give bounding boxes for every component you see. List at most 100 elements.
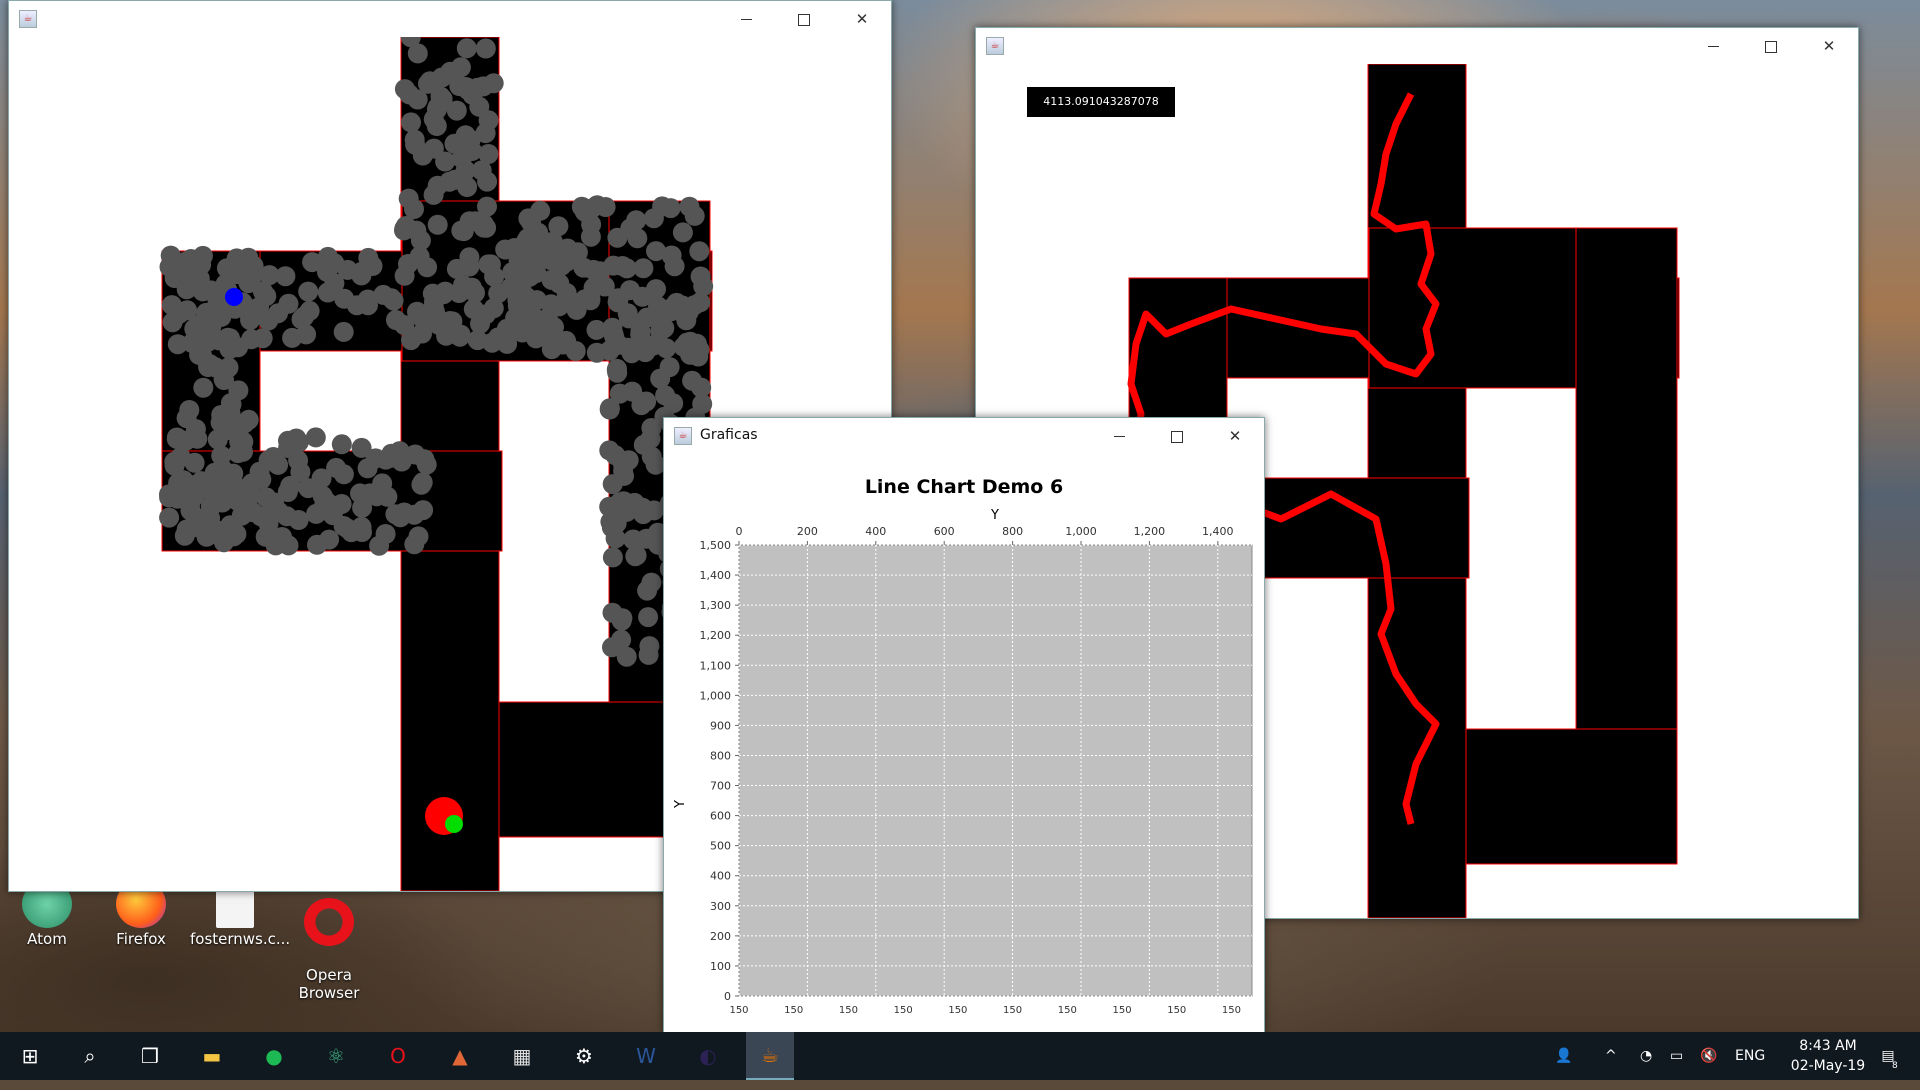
search-icon: ⌕ (84, 1044, 96, 1068)
desktop-icon-opera[interactable]: Opera Browser (284, 880, 374, 1020)
taskbar-search-button[interactable]: ⌕ (66, 1032, 114, 1080)
line-chart: Line Chart Demo 6 Y Y 0 200 400 600 800 1,000… (673, 476, 1253, 1016)
visited-cell-dot (435, 151, 456, 172)
y-tick-label: 0 (724, 990, 731, 1003)
visited-cell-dot (607, 358, 627, 379)
visited-cell-dot (457, 177, 478, 197)
language-indicator[interactable]: ENG (1735, 1032, 1765, 1080)
taskbar-matlab-button[interactable]: ▲ (436, 1032, 484, 1080)
window-titlebar[interactable]: ☕ ✕ (976, 28, 1858, 64)
maximize-button[interactable] (1148, 418, 1206, 454)
agent-marker (445, 815, 463, 833)
bottom-tick-label: 150 (784, 1005, 803, 1016)
visited-cell-dot (241, 473, 262, 494)
visited-cell-dot (229, 431, 250, 452)
spotify-icon: ● (265, 1044, 283, 1068)
bottom-tick-label: 150 (894, 1005, 913, 1016)
visited-cell-dot (643, 208, 664, 229)
left-axis-label: Y (673, 800, 688, 809)
taskbar-start-button[interactable]: ⊞ (6, 1032, 54, 1080)
visited-cell-dot (333, 464, 354, 485)
show-hidden-icons-icon[interactable]: ^ (1605, 1032, 1617, 1080)
visited-cell-dot (167, 334, 188, 355)
taskbar-task-view-button[interactable]: ❒ (126, 1032, 174, 1080)
visited-cell-dot (611, 629, 632, 650)
taskbar-spotify-button[interactable]: ● (250, 1032, 298, 1080)
visited-cell-dot (461, 277, 482, 298)
bottom-tick-label: 150 (839, 1005, 858, 1016)
visited-cell-dot (280, 475, 301, 496)
close-button[interactable]: ✕ (1206, 418, 1264, 454)
network-icon[interactable]: ◔ (1640, 1032, 1652, 1080)
y-tick-label: 1,500 (700, 539, 732, 552)
window-titlebar[interactable]: ☕ Graficas ✕ (664, 418, 1264, 454)
opera-icon: O (390, 1044, 406, 1068)
visited-cell-dot (413, 500, 434, 521)
y-tick-label: 500 (710, 840, 731, 853)
visited-cell-dot (298, 281, 319, 302)
bottom-tick-label: 150 (1112, 1005, 1131, 1016)
visited-cell-dot (521, 212, 542, 233)
visited-cell-dot (530, 236, 550, 257)
visited-cell-dot (288, 432, 309, 453)
visited-cell-dot (590, 261, 611, 282)
visited-cell-dot (398, 254, 418, 274)
maximize-button[interactable] (1742, 28, 1800, 64)
taskbar-settings-button[interactable]: ⚙ (560, 1032, 608, 1080)
desktop-icon-label: Firefox (116, 930, 166, 948)
visited-cell-dot (689, 339, 710, 360)
visited-cell-dot (549, 296, 569, 317)
visited-cell-dot (411, 474, 432, 495)
visited-cell-dot (369, 535, 390, 556)
visited-cell-dot (365, 448, 386, 469)
visited-cell-dot (612, 256, 633, 276)
taskbar-eclipse-button[interactable]: ◐ (684, 1032, 732, 1080)
visited-cell-dot (639, 636, 660, 657)
taskbar: ⊞ ⌕ ❒ ▬ ● ⚛ O ▲ ▦ ⚙ W ◐ ☕ 👤 ^ ◔ ▭ 🔇 ENG 8:43 AM 02-M… (0, 1032, 1920, 1080)
minimize-button[interactable] (717, 1, 775, 37)
visited-cell-dot (196, 302, 217, 323)
close-button[interactable]: ✕ (833, 1, 891, 37)
taskbar-file-explorer-button[interactable]: ▬ (188, 1032, 236, 1080)
taskbar-opera-button[interactable]: O (374, 1032, 422, 1080)
chart-title: Line Chart Demo 6 (865, 476, 1063, 498)
visited-cell-dot (288, 450, 309, 471)
x-tick-label: 800 (1002, 525, 1023, 538)
visited-cell-dot (551, 255, 572, 276)
window-titlebar[interactable]: ☕ ✕ (9, 1, 891, 37)
visited-cell-dot (412, 145, 433, 166)
y-tick-label: 100 (710, 960, 731, 973)
visited-cell-dot (404, 534, 425, 555)
volume-muted-icon[interactable]: 🔇 (1700, 1032, 1717, 1080)
visited-cell-dot (455, 77, 476, 97)
visited-cell-dot (612, 608, 633, 629)
taskbar-calculator-button[interactable]: ▦ (498, 1032, 546, 1080)
people-icon[interactable]: 👤 (1555, 1032, 1572, 1080)
visited-cell-dot (211, 445, 232, 466)
taskbar-java-button[interactable]: ☕ (746, 1032, 794, 1080)
visited-cell-dot (227, 491, 248, 512)
start-marker (225, 288, 243, 306)
battery-icon[interactable]: ▭ (1670, 1032, 1683, 1080)
bottom-tick-label: 150 (1058, 1005, 1077, 1016)
visited-cell-dot (693, 276, 714, 297)
visited-cell-dot (159, 507, 180, 528)
minimize-button[interactable] (1090, 418, 1148, 454)
java-app-icon: ☕ (986, 37, 1004, 55)
taskbar-word-button[interactable]: W (622, 1032, 670, 1080)
close-button[interactable]: ✕ (1800, 28, 1858, 64)
maximize-button[interactable] (775, 1, 833, 37)
visited-cell-dot (435, 281, 456, 302)
y-tick-label: 600 (710, 810, 731, 823)
notification-center-button[interactable]: ▤ 8 (1868, 1032, 1908, 1080)
visited-cell-dot (418, 73, 438, 94)
calculator-icon: ▦ (512, 1044, 532, 1068)
minimize-button[interactable] (1684, 28, 1742, 64)
visited-cell-dot (394, 502, 415, 523)
visited-cell-dot (689, 241, 710, 262)
chart-window[interactable]: ☕ Graficas ✕ Line Chart Demo 6 Y Y 0 200 4… (663, 417, 1265, 1034)
taskbar-atom-button[interactable]: ⚛ (312, 1032, 360, 1080)
visited-cell-dot (672, 222, 693, 243)
visited-cell-dot (451, 220, 472, 241)
clock[interactable]: 8:43 AM 02-May-19 (1778, 1032, 1878, 1084)
